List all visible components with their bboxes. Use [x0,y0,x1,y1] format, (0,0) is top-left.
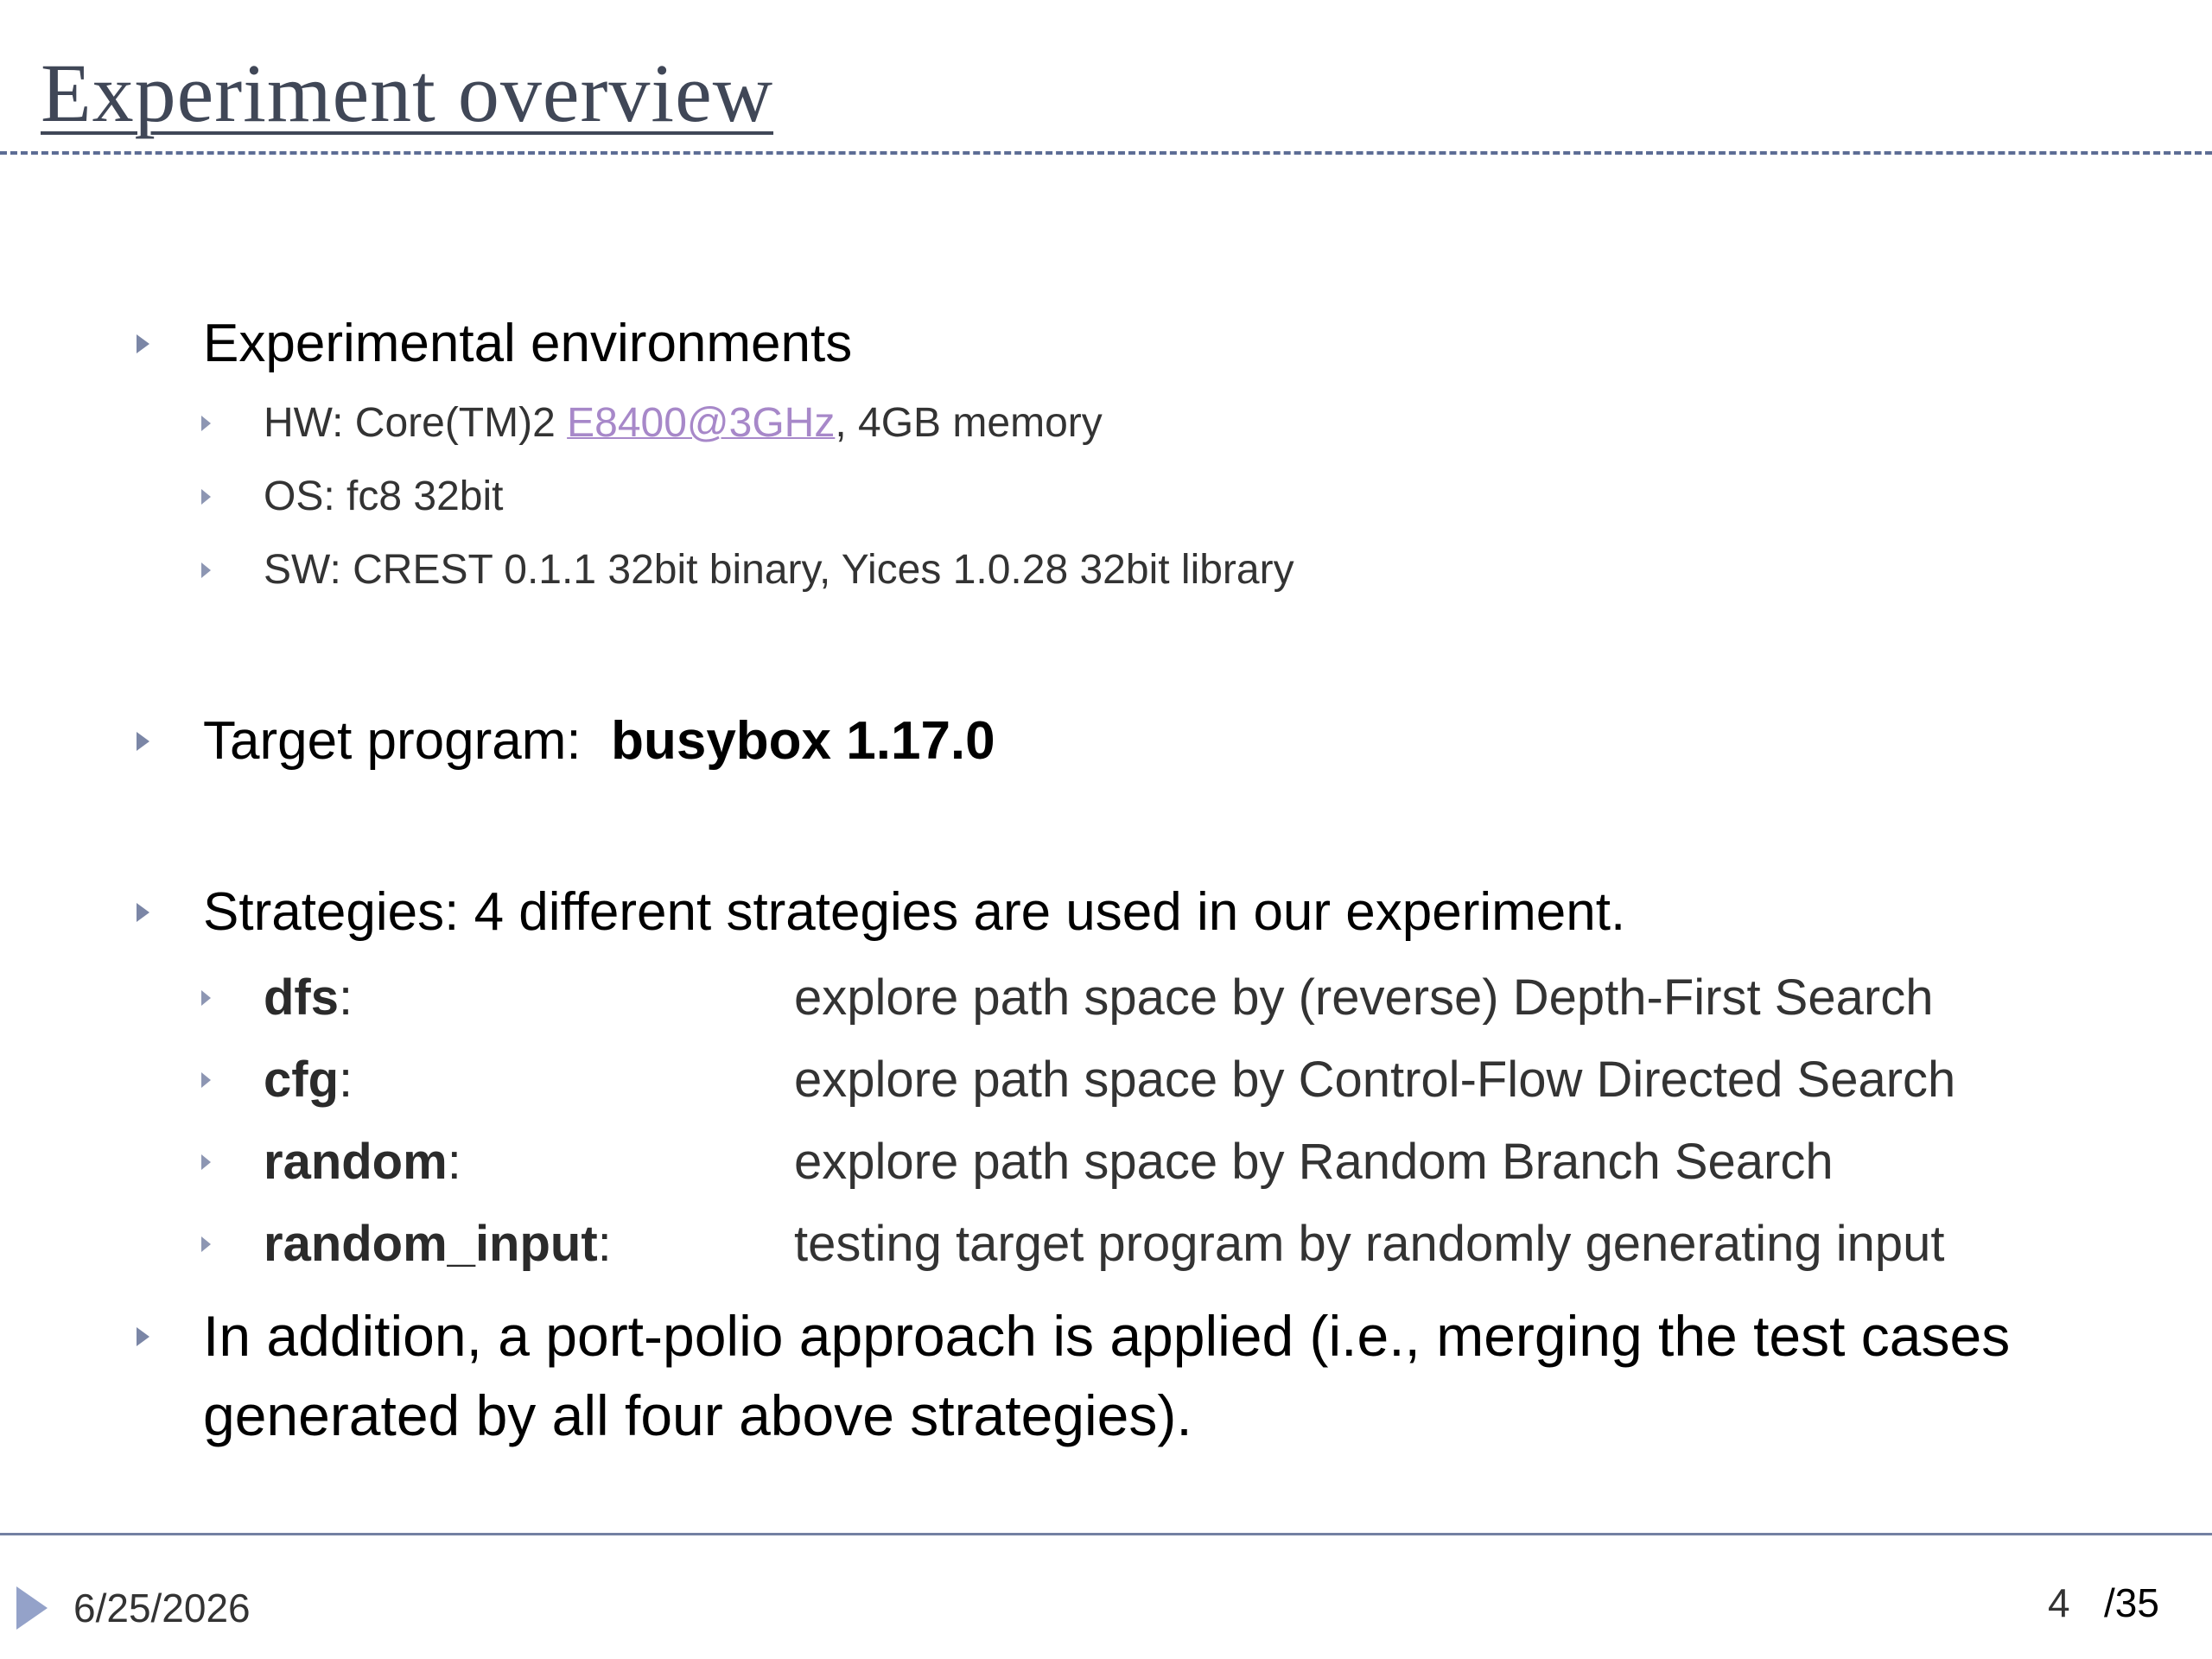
bullet-environments: Experimental environments [137,313,852,374]
strategy-name-text: dfs [264,969,339,1026]
sw-text: SW: CREST 0.1.1 32bit binary, Yices 1.0.… [264,547,1294,593]
strategy-description: testing target program by randomly gener… [794,1216,1945,1272]
footer-triangle-icon [16,1586,48,1630]
bullet-hw: HW: Core(TM)2 E8400@3GHz, 4GB memory [201,399,1103,447]
strategy-name-text: cfg [264,1052,339,1108]
strategy-item: cfg: explore path space by Control-Flow … [201,1051,1955,1109]
footer-date: 6/25/2026 [73,1586,251,1630]
strategy-item: random_input: testing target program by … [201,1215,1945,1273]
strategy-name-text: random_input [264,1216,598,1272]
bullet-triangle-icon [201,1071,211,1088]
strategy-item: dfs: explore path space by (reverse) Dep… [201,969,1933,1027]
target-label: Target program: [203,711,612,771]
bullet-triangle-icon [201,488,211,505]
bullet-triangle-icon [201,415,211,431]
bullet-sw: SW: CREST 0.1.1 32bit binary, Yices 1.0.… [201,546,1294,594]
strategy-colon: : [447,1134,461,1190]
bullet-strategies: Strategies: 4 different strategies are u… [137,881,1625,943]
bullet-triangle-icon [137,902,149,922]
target-text: Target program: busybox 1.17.0 [203,710,995,772]
bullet-os: OS: fc8 32bit [201,473,503,520]
hw-prefix: HW: Core(TM)2 [264,400,568,446]
hw-cpu-link[interactable]: E8400@3GHz [567,400,835,446]
bullet-addition: In addition, a port-polio approach is ap… [137,1296,2121,1455]
bullet-target: Target program: busybox 1.17.0 [137,710,995,772]
strategy-name: random_input: [264,1215,794,1273]
bullet-triangle-icon [137,334,149,353]
title-divider [0,151,2212,155]
bullet-triangle-icon [137,731,149,751]
footer-page-total: /35 [2104,1580,2159,1625]
footer-divider [0,1533,2212,1535]
slide: Experiment overview Experimental environ… [0,0,2212,1659]
strategies-heading: Strategies: 4 different strategies are u… [203,882,1626,942]
strategy-colon: : [597,1216,612,1272]
environments-heading: Experimental environments [203,314,853,373]
strategy-item: random: explore path space by Random Bra… [201,1133,1834,1191]
strategy-name: dfs: [264,969,794,1027]
bullet-triangle-icon [201,1154,211,1170]
strategy-name-text: random [264,1134,448,1190]
addition-text: In addition, a port-polio approach is ap… [203,1304,2011,1447]
strategy-colon: : [339,1052,353,1108]
bullet-triangle-icon [201,1236,211,1252]
bullet-triangle-icon [201,989,211,1006]
os-text: OS: fc8 32bit [264,474,504,519]
strategy-description: explore path space by (reverse) Depth-Fi… [794,969,1934,1026]
strategy-colon: : [339,969,353,1026]
strategy-name: random: [264,1133,794,1191]
slide-title: Experiment overview [41,47,774,139]
hw-text: HW: Core(TM)2 E8400@3GHz, 4GB memory [264,399,1103,447]
bullet-triangle-icon [201,562,211,578]
target-value: busybox 1.17.0 [611,711,995,771]
strategy-name: cfg: [264,1051,794,1109]
strategy-description: explore path space by Control-Flow Direc… [794,1052,1956,1108]
hw-suffix: , 4GB memory [835,400,1103,446]
footer-page-number: 4 [2048,1580,2070,1625]
bullet-triangle-icon [137,1327,149,1346]
strategy-description: explore path space by Random Branch Sear… [794,1134,1834,1190]
